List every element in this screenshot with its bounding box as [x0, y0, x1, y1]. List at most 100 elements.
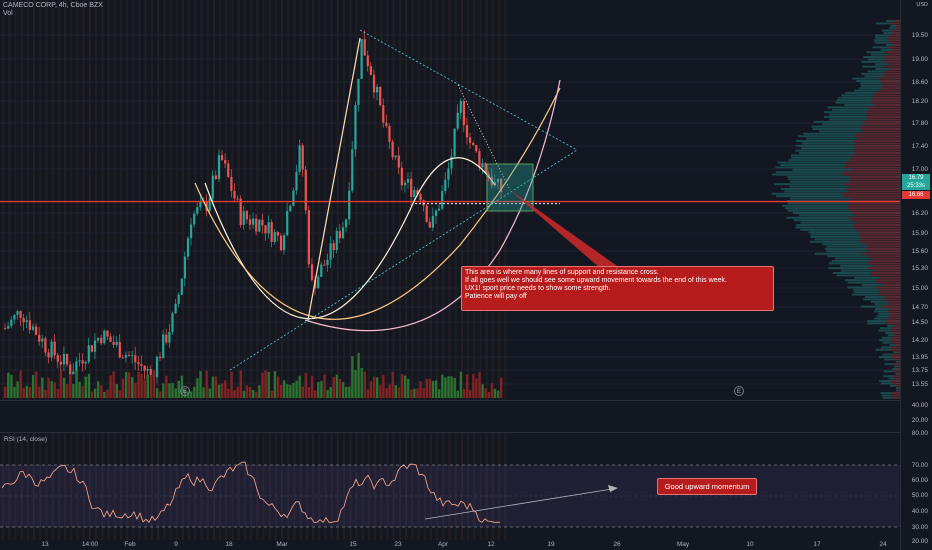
- volume-profile-bar: [889, 315, 900, 318]
- earnings-event-marker[interactable]: E: [734, 386, 744, 396]
- volume-bar: [44, 390, 47, 398]
- volume-profile-bar: [882, 353, 893, 356]
- bullish-candle: [41, 338, 44, 342]
- volume-bar: [332, 376, 335, 398]
- volume-bar: [38, 386, 41, 398]
- volume-profile-bar: [882, 60, 900, 63]
- volume-profile-bar: [884, 51, 900, 54]
- bearish-candle: [236, 198, 239, 200]
- bullish-candle: [103, 330, 106, 344]
- volume-profile-bar: [890, 356, 900, 358]
- volume-bar: [236, 386, 239, 398]
- volume-profile-bar: [885, 332, 894, 334]
- volume-bar: [338, 379, 342, 398]
- bullish-candle: [177, 294, 180, 304]
- volume-profile-bar: [888, 63, 900, 66]
- time-tick-label: Feb: [124, 541, 136, 548]
- volume-profile-bar: [882, 72, 900, 75]
- volume-bar: [447, 376, 450, 398]
- bullish-candle: [180, 278, 183, 295]
- volume-profile-bar: [864, 75, 884, 78]
- bullish-candle: [7, 326, 10, 329]
- momentum-note[interactable]: Good upward momentum: [657, 478, 757, 495]
- rsi-tick-label: 50.00: [911, 492, 928, 499]
- volume-profile-bar: [891, 394, 900, 397]
- volume-profile-bar: [871, 274, 900, 277]
- rsi-title: RSI (14, close): [4, 436, 47, 443]
- volume-profile-bar: [858, 231, 900, 234]
- price-tick-label: 18.20: [911, 98, 928, 105]
- volume-bar: [193, 386, 196, 398]
- bullish-candle: [357, 78, 360, 105]
- bullish-candle: [459, 101, 462, 113]
- bearish-candle: [90, 345, 93, 352]
- volume-profile-bar: [879, 276, 900, 279]
- volume-profile-bar: [784, 190, 849, 193]
- volume-profile-bar: [791, 154, 851, 157]
- volume-divider: [0, 400, 900, 401]
- bearish-candle: [397, 155, 400, 168]
- volume-profile-bar: [883, 32, 893, 34]
- bullish-candle: [155, 356, 159, 378]
- volume-profile-bar: [853, 140, 900, 142]
- volume-bar: [326, 390, 329, 398]
- volume-bar: [335, 374, 339, 398]
- volume-profile-bar: [865, 116, 900, 118]
- volume-profile-bar: [793, 219, 853, 222]
- volume-profile-bar: [890, 24, 896, 27]
- time-tick-label: 19: [547, 541, 555, 548]
- volume-bar: [301, 386, 304, 398]
- bullish-candle: [335, 231, 338, 251]
- volume-profile-bar: [888, 68, 900, 70]
- volume-bar: [124, 372, 128, 398]
- volume-profile-bar: [848, 216, 900, 219]
- volume-profile-bar: [855, 147, 900, 150]
- bearish-candle: [478, 151, 481, 168]
- volume-profile-bar: [871, 99, 900, 102]
- bullish-candle: [242, 211, 245, 225]
- volume-bar: [143, 379, 146, 398]
- volume-profile-bar: [878, 329, 891, 332]
- volume-profile-bar: [857, 137, 900, 140]
- bearish-candle: [388, 126, 391, 142]
- volume-profile-bar: [795, 140, 854, 142]
- volume-profile-bar: [891, 48, 900, 51]
- volume-profile-bar: [885, 322, 900, 325]
- bearish-candle: [307, 210, 310, 265]
- bearish-candle: [363, 39, 366, 56]
- volume-profile-bar: [884, 296, 900, 298]
- pane-divider[interactable]: [0, 432, 900, 433]
- volume-profile-bar: [881, 336, 892, 339]
- volume-profile-bar: [891, 346, 900, 349]
- bullish-candle: [78, 360, 81, 362]
- support-resistance-note[interactable]: This area is where many lines of support…: [461, 266, 774, 311]
- volume-profile-bar: [867, 255, 900, 258]
- volume-bar: [112, 371, 115, 398]
- volume-bar: [171, 382, 174, 398]
- volume-profile-bar: [887, 46, 900, 49]
- bullish-candle: [87, 345, 90, 362]
- volume-profile-bar: [895, 360, 899, 363]
- volume-bar: [25, 385, 29, 398]
- bearish-candle: [385, 122, 388, 127]
- bullish-candle: [444, 179, 447, 192]
- volume-profile-bar: [865, 111, 900, 114]
- volume-profile-bar: [826, 250, 867, 253]
- volume-profile-bar: [860, 125, 900, 128]
- volume-bar: [227, 388, 230, 398]
- bearish-candle: [118, 341, 121, 358]
- volume-profile-bar: [861, 60, 883, 63]
- volume-profile-bar: [875, 308, 889, 310]
- rsi-chart[interactable]: [0, 433, 900, 540]
- volume-bar: [47, 377, 50, 398]
- volume-profile-bar: [890, 312, 900, 315]
- volume-profile-bar: [860, 305, 883, 308]
- earnings-event-marker[interactable]: E: [180, 386, 190, 396]
- bearish-candle: [165, 334, 168, 343]
- volume-bar: [146, 374, 149, 398]
- volume-profile-bar: [874, 41, 889, 44]
- volume-profile-bar: [879, 339, 891, 342]
- price-chart[interactable]: [0, 0, 900, 400]
- volume-profile-bar: [789, 180, 851, 183]
- bearish-candle: [369, 66, 372, 75]
